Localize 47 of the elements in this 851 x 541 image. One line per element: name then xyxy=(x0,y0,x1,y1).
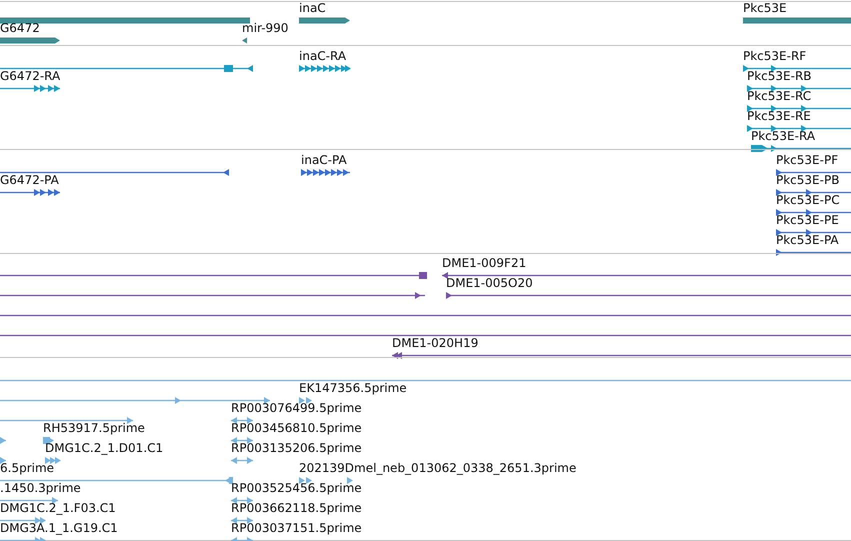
feature-label: 6.5prime xyxy=(0,462,54,475)
feature-label: RP003456810.5prime xyxy=(231,422,362,435)
clone-glyph[interactable] xyxy=(446,291,851,300)
clone-glyph[interactable] xyxy=(442,271,851,280)
est-glyph[interactable] xyxy=(0,496,58,505)
clone-glyph[interactable] xyxy=(392,351,851,360)
feature-label: G6472-PA xyxy=(0,174,59,187)
feature-label: G6472 xyxy=(0,22,40,35)
feature-label: inaC-PA xyxy=(301,154,347,167)
feature-label: 202139Dmel_neb_013062_0338_2651.3prime xyxy=(299,462,576,475)
feature-label: Pkc53E-PA xyxy=(776,234,839,247)
feature-label: G6472-RA xyxy=(0,70,60,83)
feature-label: RP003037151.5prime xyxy=(231,522,362,535)
feature-label: DMG1C.2_1.F03.C1 xyxy=(0,502,116,515)
feature-label: Pkc53E-RB xyxy=(747,70,812,83)
gene-bar[interactable] xyxy=(242,36,247,45)
gene-bar[interactable] xyxy=(299,16,350,25)
feature-label: Pkc53E-RF xyxy=(743,50,806,63)
feature-label: mir-990 xyxy=(242,22,288,35)
feature-label: DME1-005O20 xyxy=(446,277,533,290)
feature-label: Pkc53E-RA xyxy=(751,130,816,143)
feature-label: Pkc53E-PF xyxy=(776,154,838,167)
gene-bar[interactable] xyxy=(743,16,851,25)
feature-label: DME1-020H19 xyxy=(392,337,478,350)
feature-label: DMG1C.2_1.D01.C1 xyxy=(45,442,164,455)
feature-label: Pkc53E-PB xyxy=(776,174,840,187)
feature-label: RP003662118.5prime xyxy=(231,502,362,515)
feature-label: .1450.3prime xyxy=(0,482,81,495)
feature-label: inaC-RA xyxy=(299,50,346,63)
feature-label: RP003076499.5prime xyxy=(231,402,362,415)
feature-label: Pkc53E-PC xyxy=(776,194,840,207)
feature-label: RH53917.5prime xyxy=(43,422,145,435)
feature-label: Pkc53E xyxy=(743,2,787,15)
est-glyph[interactable] xyxy=(0,516,46,525)
clone-glyph[interactable] xyxy=(0,291,425,300)
clone-glyph[interactable] xyxy=(0,271,427,280)
feature-label: Pkc53E-PE xyxy=(776,214,839,227)
feature-label: inaC xyxy=(299,2,326,15)
feature-label: DME1-009F21 xyxy=(442,257,526,270)
feature-label: RP003525456.5prime xyxy=(231,482,362,495)
feature-label: DMG3A.1_1.G19.C1 xyxy=(0,522,118,535)
feature-label: Pkc53E-RE xyxy=(747,110,811,123)
est-glyph[interactable] xyxy=(43,436,54,445)
feature-label: EK147356.5prime xyxy=(299,382,407,395)
gene-bar[interactable] xyxy=(0,36,60,45)
feature-label: Pkc53E-RC xyxy=(747,90,812,103)
feature-label: RP003135206.5prime xyxy=(231,442,362,455)
